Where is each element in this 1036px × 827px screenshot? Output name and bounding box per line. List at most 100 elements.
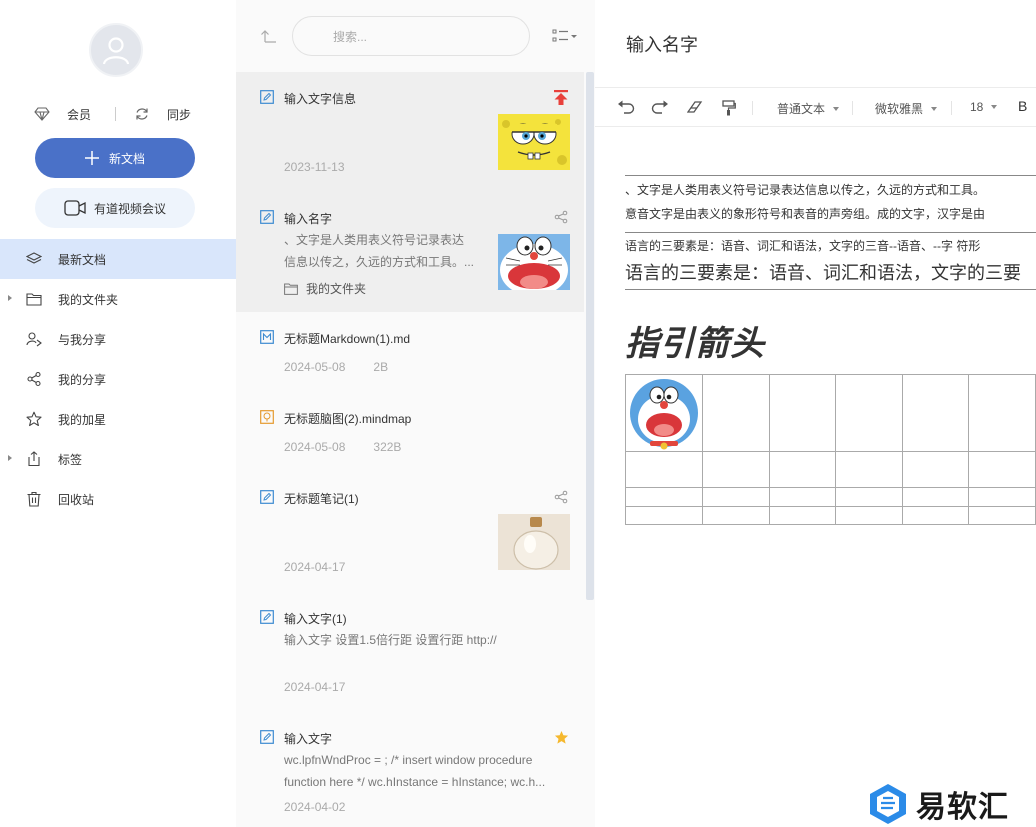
trash-icon [27, 491, 41, 507]
document-title[interactable]: 输入名字 [626, 31, 698, 57]
table-cell[interactable] [835, 451, 903, 488]
horizontal-rule [625, 232, 1036, 233]
document-table[interactable] [625, 374, 1036, 525]
doraemon-image [626, 375, 702, 451]
parent-folder-icon[interactable] [260, 27, 278, 45]
horizontal-rule [625, 289, 1036, 290]
paragraph-style-select[interactable]: 普通文本 [777, 100, 840, 117]
table-cell[interactable] [968, 451, 1036, 488]
sidebar-item-recent[interactable]: 最新文档 [0, 239, 236, 279]
table-cell[interactable] [968, 506, 1036, 525]
diamond-icon [34, 107, 50, 121]
expand-caret-icon[interactable] [8, 455, 12, 461]
note-title: 无标题脑图(2).mindmap [284, 412, 412, 426]
layers-icon [26, 252, 42, 264]
note-icon [260, 730, 274, 744]
list-item[interactable]: 无标题脑图(2).mindmap 2024-05-08 322B [236, 392, 584, 472]
bold-button[interactable]: B [1018, 98, 1027, 114]
sidebar-item-label: 最新文档 [58, 252, 107, 267]
sidebar-item-tags[interactable]: 标签 [0, 439, 236, 479]
table-cell[interactable] [702, 506, 770, 525]
note-snippet: 、文字是人类用表义符号记录表达 信息以传之，久远的方式和工具。... [284, 233, 475, 269]
sync-button[interactable]: 同步 [134, 104, 191, 124]
redo-icon[interactable] [651, 100, 669, 114]
folder-icon [26, 293, 42, 306]
sync-label: 同步 [167, 107, 192, 122]
note-title: 输入名字 [284, 212, 333, 226]
avatar[interactable] [89, 23, 143, 77]
large-paragraph: 语言的三要素是：语音、词汇和语法，文字的三要 [625, 263, 1021, 283]
vip-button[interactable]: 会员 [34, 104, 91, 124]
pin-top-icon[interactable] [554, 90, 568, 105]
doraemon-thumbnail [498, 234, 570, 290]
font-family-select[interactable]: 微软雅黑 [875, 100, 938, 117]
format-painter-icon[interactable] [722, 100, 736, 116]
table-cell[interactable] [835, 506, 903, 525]
note-icon [260, 90, 274, 104]
watermark-text: 易软汇 [916, 791, 1009, 824]
divider [115, 107, 116, 121]
eraser-icon[interactable] [687, 100, 703, 114]
list-item[interactable]: 输入文字(1) 输入文字 设置1.5倍行距 设置行距 http:// 2024-… [236, 592, 584, 712]
user-share-icon [26, 332, 42, 347]
markdown-file-icon [260, 330, 274, 344]
table-cell[interactable] [625, 451, 703, 488]
document-body[interactable]: 、文字是人类用表义符号记录表达信息以传之，久远的方式和工具。 意音文字是由表义的… [625, 175, 1036, 290]
table-cell[interactable] [901, 451, 970, 488]
note-icon [260, 610, 274, 624]
list-item[interactable]: 输入名字 、文字是人类用表义符号记录表达 信息以传之，久远的方式和工具。... … [236, 192, 584, 312]
sidebar-item-my-shares[interactable]: 我的分享 [0, 359, 236, 399]
new-document-button[interactable]: 新文档 [35, 138, 195, 178]
table-cell[interactable] [625, 506, 703, 525]
table-cell[interactable] [835, 487, 903, 507]
sidebar-item-trash[interactable]: 回收站 [0, 479, 236, 519]
heading: 指引箭头 [625, 324, 765, 364]
note-snippet: 输入文字 设置1.5倍行距 设置行距 http:// [284, 633, 497, 647]
undo-icon[interactable] [617, 100, 635, 114]
font-size-select[interactable]: 18 [970, 100, 998, 114]
sidebar-item-shared-with-me[interactable]: 与我分享 [0, 319, 236, 359]
toolbar-divider [752, 101, 753, 115]
sidebar-item-label: 与我分享 [58, 332, 107, 347]
new-document-label: 新文档 [108, 151, 145, 166]
table-cell[interactable] [702, 487, 770, 507]
star-icon[interactable] [554, 730, 569, 745]
sidebar-item-label: 我的加星 [58, 412, 107, 427]
table-cell[interactable] [968, 374, 1036, 452]
doraemon-image [498, 234, 570, 290]
table-cell[interactable] [702, 451, 770, 488]
search-box[interactable] [292, 16, 530, 56]
table-cell[interactable] [835, 374, 903, 452]
table-cell[interactable] [702, 374, 770, 452]
table-cell[interactable] [625, 487, 703, 507]
sidebar-item-my-folders[interactable]: 我的文件夹 [0, 279, 236, 319]
share-icon[interactable] [554, 490, 568, 504]
share-icon[interactable] [554, 210, 568, 224]
sidebar-nav: 最新文档 我的文件夹 与我分享 我的分享 我的加星 标签 回收站 [0, 239, 236, 519]
sidebar-item-label: 回收站 [58, 492, 95, 507]
list-scrollbar[interactable] [586, 72, 594, 600]
expand-caret-icon[interactable] [8, 295, 12, 301]
note-title: 无标题Markdown(1).md [284, 332, 411, 346]
list-item[interactable]: 无标题Markdown(1).md 2024-05-08 2B [236, 312, 584, 392]
table-cell[interactable] [901, 506, 970, 525]
table-cell[interactable] [768, 487, 837, 507]
sidebar-item-starred[interactable]: 我的加星 [0, 399, 236, 439]
list-item[interactable]: 输入文字 wc.lpfnWndProc = ; /* insert window… [236, 712, 584, 818]
list-view-icon[interactable] [552, 28, 578, 44]
video-meeting-button[interactable]: 有道视频会议 [35, 188, 195, 228]
table-cell[interactable] [901, 374, 970, 452]
note-folder: 我的文件夹 [284, 280, 366, 297]
table-cell[interactable] [768, 374, 837, 452]
table-cell[interactable] [968, 487, 1036, 507]
list-item[interactable]: 无标题笔记(1) 2024-04-17 [236, 472, 584, 592]
folder-icon [284, 283, 298, 295]
table-cell[interactable] [768, 451, 837, 488]
table-cell[interactable] [625, 374, 703, 452]
note-meta: 2024-05-08 322B [284, 440, 402, 454]
table-cell[interactable] [768, 506, 837, 525]
list-item[interactable]: 输入文字信息 2023-11-13 [236, 72, 584, 192]
search-input[interactable] [333, 27, 483, 47]
table-cell[interactable] [901, 487, 970, 507]
note-icon [260, 210, 274, 224]
